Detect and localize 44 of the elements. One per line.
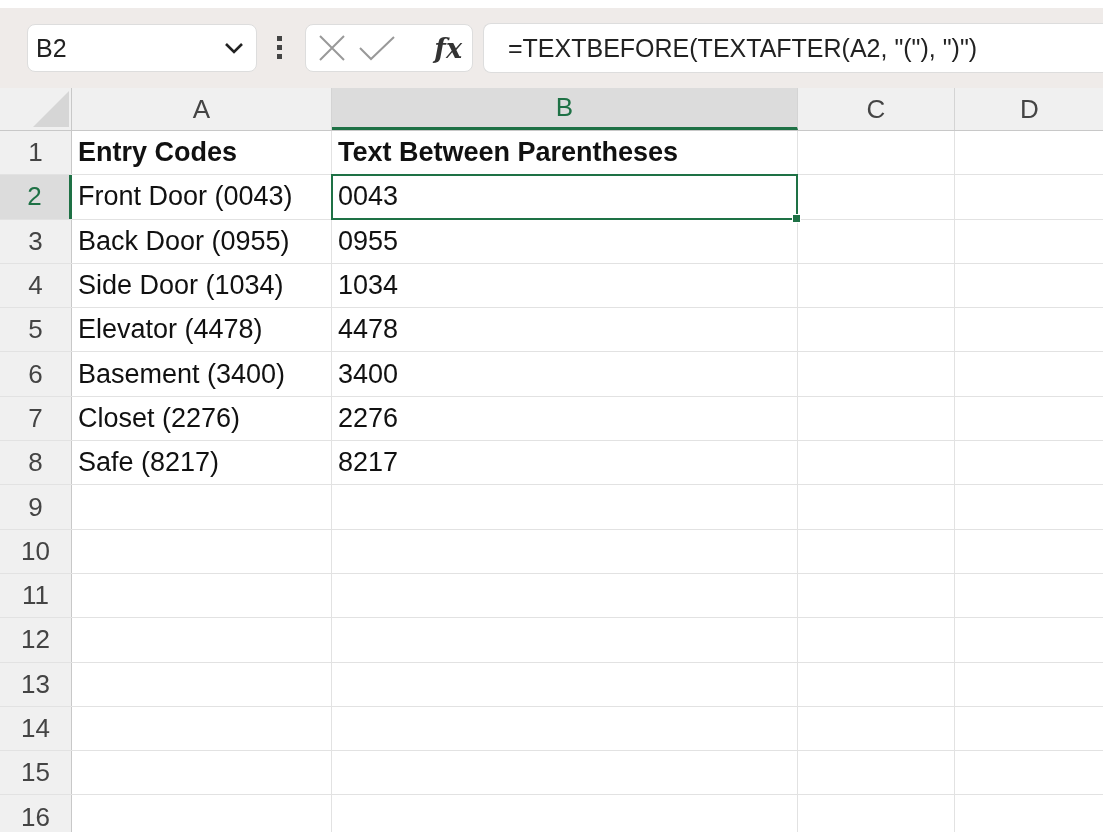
row-header[interactable]: 15 [0, 751, 72, 795]
row-header[interactable]: 14 [0, 706, 72, 751]
check-icon[interactable] [358, 35, 396, 61]
fill-handle[interactable] [792, 213, 801, 223]
row-header[interactable]: 10 [0, 529, 72, 573]
cell-text: 4478 [337, 313, 400, 347]
row-header[interactable]: 5 [0, 308, 72, 352]
cell-text: 0955 [337, 224, 400, 258]
name-box-value: B2 [36, 33, 67, 63]
more-options-icon[interactable] [277, 36, 283, 60]
row-header[interactable]: 9 [0, 485, 72, 529]
cell-text: Basement (3400) [77, 357, 287, 391]
cell-text: Entry Codes [77, 136, 239, 170]
cell-text: 2276 [337, 401, 400, 435]
column-header[interactable]: B [332, 88, 798, 130]
row-header[interactable]: 1 [0, 131, 72, 175]
cancel-icon[interactable] [318, 34, 346, 62]
column-header[interactable]: D [955, 88, 1103, 130]
insert-function-button[interactable]: fx [434, 32, 462, 64]
cell-text: 1034 [337, 269, 400, 303]
column-header[interactable]: C [798, 88, 955, 130]
cell-text: Elevator (4478) [77, 313, 264, 347]
row-header[interactable]: 7 [0, 396, 72, 441]
row-header[interactable]: 12 [0, 618, 72, 662]
formula-field[interactable]: =TEXTBEFORE(TEXTAFTER(A2, "("), ")") [483, 23, 1103, 73]
cell-text: Closet (2276) [77, 401, 242, 435]
cell-text: Safe (8217) [77, 446, 221, 480]
row-header[interactable]: 4 [0, 263, 72, 308]
row-header[interactable]: 8 [0, 441, 72, 485]
cell-text: Front Door (0043) [77, 180, 294, 214]
caret-icon[interactable] [224, 42, 244, 54]
name-box[interactable]: B2 [27, 24, 257, 72]
row-header[interactable]: 6 [0, 352, 72, 396]
row-header[interactable]: 11 [0, 573, 72, 618]
cell-text: Side Door (1034) [77, 269, 285, 303]
cell-text: 0043 [331, 174, 798, 220]
row-header[interactable]: 3 [0, 219, 72, 263]
cell-text: 3400 [337, 357, 400, 391]
cell-text: Back Door (0955) [77, 224, 291, 258]
row-header[interactable]: 13 [0, 662, 72, 706]
row-header[interactable]: 2 [0, 175, 72, 219]
cell-text: 8217 [337, 446, 400, 480]
cell-text: Text Between Parentheses [337, 136, 680, 170]
row-header[interactable]: 16 [0, 795, 72, 832]
